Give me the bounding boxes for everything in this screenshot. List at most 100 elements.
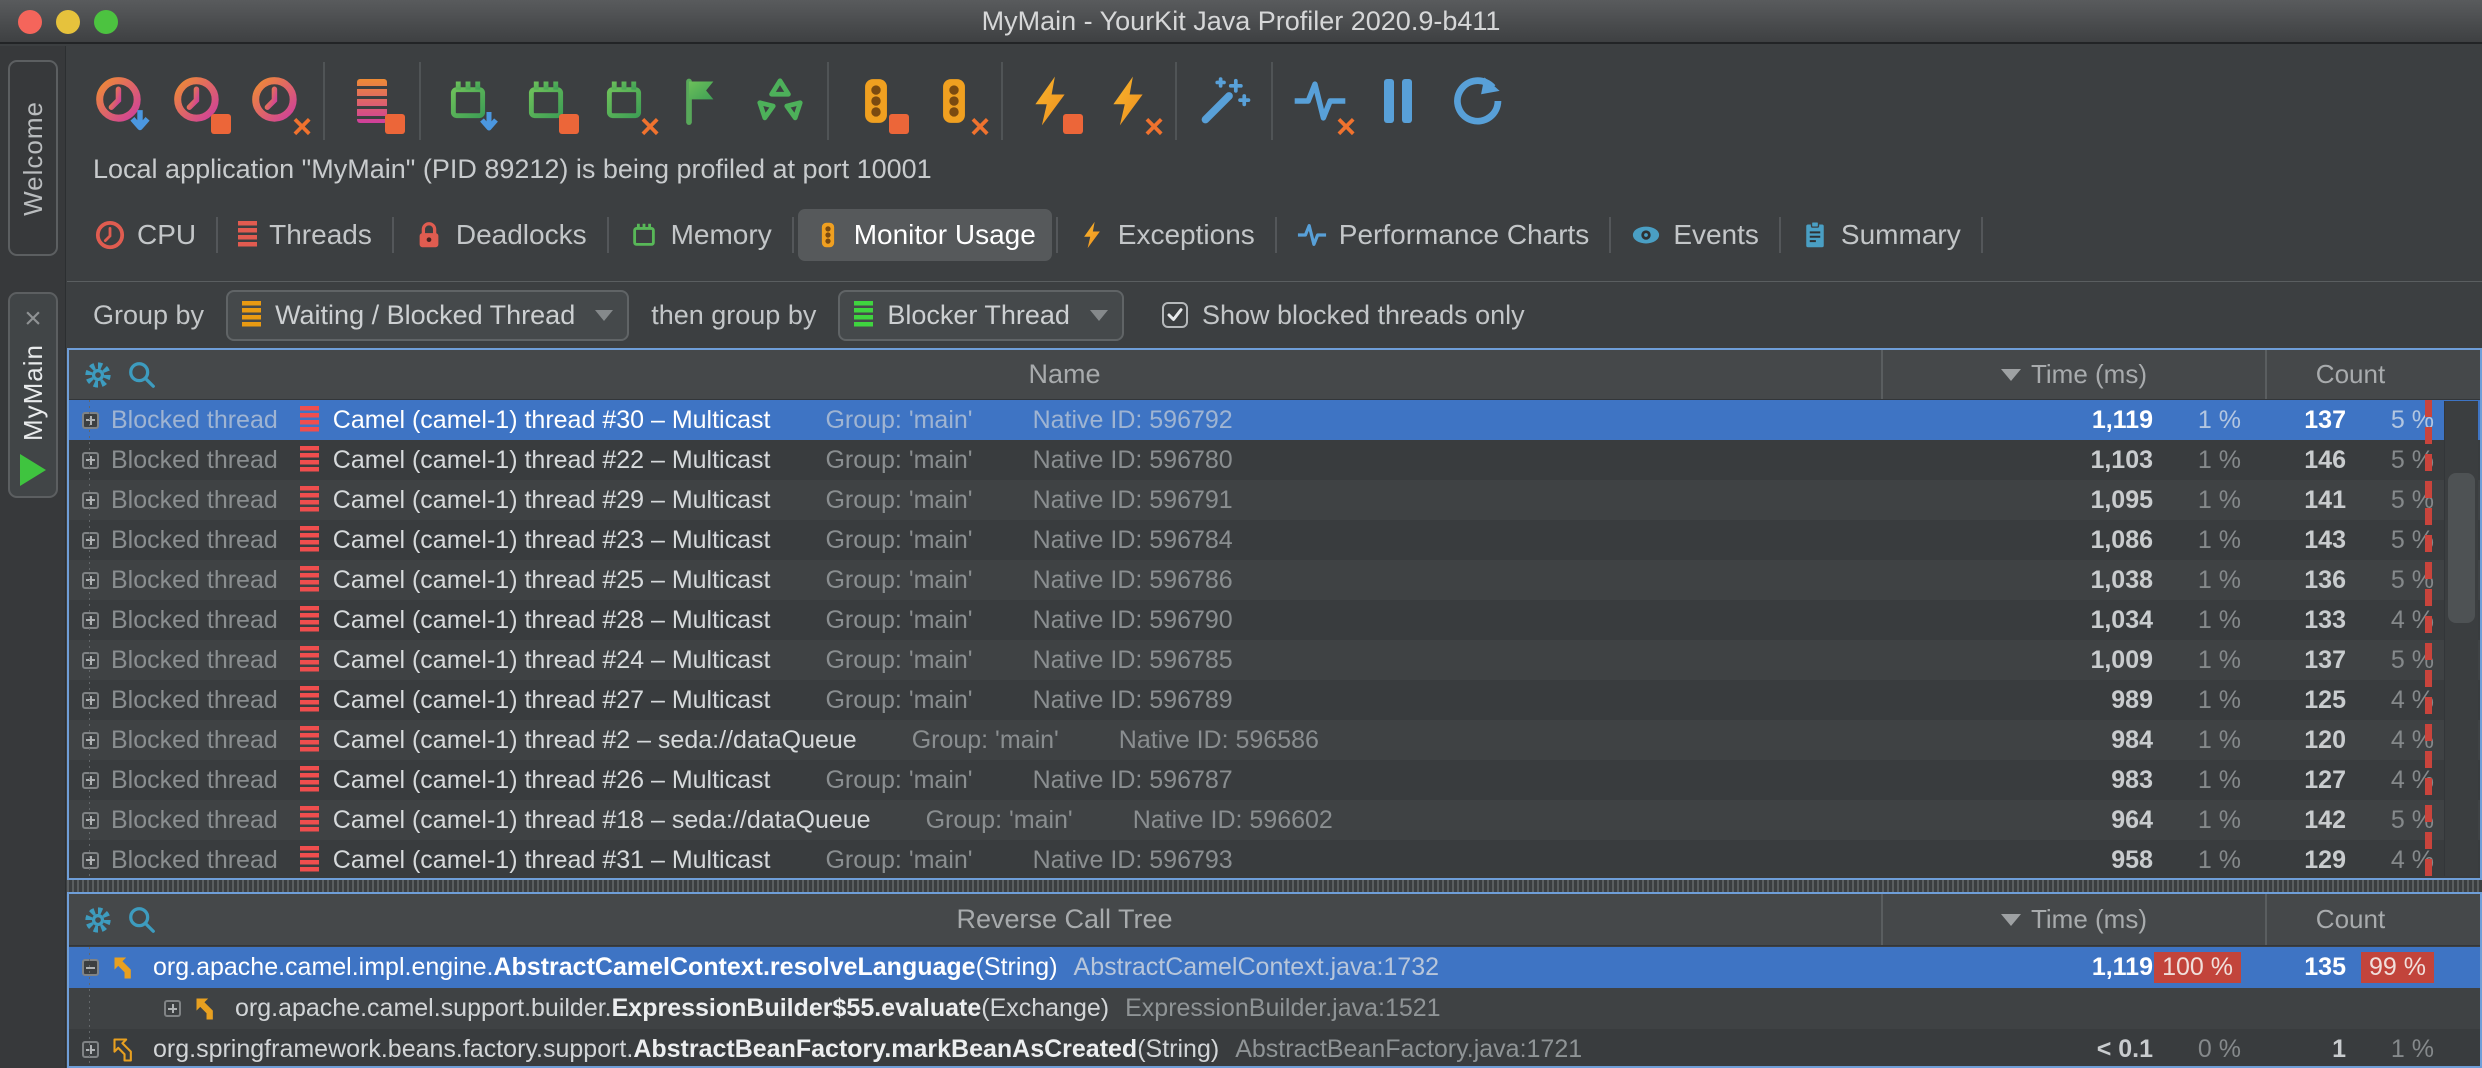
memory-start-icon[interactable]: [439, 72, 497, 130]
expand-icon[interactable]: [82, 412, 99, 429]
expand-icon[interactable]: [82, 612, 99, 629]
chevron-down-icon: [1090, 310, 1108, 321]
tab-cpu[interactable]: CPU: [79, 209, 212, 261]
blocked-thread-icon: [300, 646, 319, 674]
refresh-icon[interactable]: [1447, 72, 1505, 130]
monitor-table-row[interactable]: Blocked thread Camel (camel-1) thread #2…: [69, 720, 2480, 760]
tab-monitor-usage[interactable]: Monitor Usage: [798, 209, 1052, 261]
flag-icon[interactable]: [673, 72, 731, 130]
sidebar-tab-welcome[interactable]: Welcome: [8, 60, 58, 256]
minimize-window-button[interactable]: [56, 10, 80, 34]
blocked-thread-icon: [300, 406, 319, 434]
count-value: 135: [2241, 953, 2346, 982]
thread-name: Camel (camel-1) thread #18 – seda://data…: [333, 806, 871, 835]
expand-icon[interactable]: [82, 732, 99, 749]
thread-group: Group: 'main': [926, 806, 1073, 835]
vertical-scrollbar[interactable]: [2444, 401, 2478, 876]
thread-native-id: Native ID: 596780: [1033, 446, 1233, 475]
call-tree-row[interactable]: org.apache.camel.impl.engine.AbstractCam…: [69, 947, 2480, 988]
memory-clear-icon[interactable]: ×: [595, 72, 653, 130]
tab-exceptions[interactable]: Exceptions: [1062, 209, 1271, 261]
expand-icon[interactable]: [82, 452, 99, 469]
reverse-call-arrow-icon: [193, 995, 221, 1023]
threads-stop-icon[interactable]: [343, 72, 401, 130]
time-column-header[interactable]: Time (ms): [1881, 894, 2265, 945]
monitor-table-row[interactable]: Blocked thread Camel (camel-1) thread #1…: [69, 800, 2480, 840]
count-value: 146: [2241, 446, 2346, 475]
monitor-table-row[interactable]: Blocked thread Camel (camel-1) thread #2…: [69, 760, 2480, 800]
clock-clear-icon[interactable]: ×: [247, 72, 305, 130]
expand-icon[interactable]: [82, 572, 99, 589]
panel-splitter[interactable]: [67, 880, 2482, 892]
row-values: 983 1 % 127 4 %: [1993, 760, 2434, 800]
count-value: 1: [2241, 1035, 2346, 1064]
exceptions-stop-icon[interactable]: [1021, 72, 1079, 130]
tab-events[interactable]: Events: [1615, 209, 1775, 261]
monitor-table-row[interactable]: Blocked thread Camel (camel-1) thread #2…: [69, 440, 2480, 480]
tab-summary[interactable]: Summary: [1785, 209, 1977, 261]
count-column-header[interactable]: Count: [2265, 350, 2434, 399]
tab-performance-charts[interactable]: Performance Charts: [1281, 209, 1606, 261]
then-group-by-select[interactable]: Blocker Thread: [838, 290, 1124, 341]
monitor-table-row[interactable]: Blocked thread Camel (camel-1) thread #3…: [69, 840, 2480, 878]
thread-kind-label: Blocked thread: [111, 486, 278, 515]
time-column-header[interactable]: Time (ms): [1881, 350, 2265, 399]
monitor-table-row[interactable]: Blocked thread Camel (camel-1) thread #2…: [69, 480, 2480, 520]
wand-icon[interactable]: [1195, 72, 1253, 130]
gc-icon[interactable]: [751, 72, 809, 130]
expand-icon[interactable]: [82, 532, 99, 549]
sidebar-tab-mymain[interactable]: × MyMain: [8, 292, 58, 498]
thread-kind-label: Blocked thread: [111, 806, 278, 835]
telemetry-clear-icon[interactable]: ×: [1291, 72, 1349, 130]
show-blocked-threads-checkbox[interactable]: [1162, 302, 1188, 328]
exceptions-clear-icon[interactable]: ×: [1099, 72, 1157, 130]
row-values: 1,103 1 % 146 5 %: [1993, 440, 2434, 480]
close-icon[interactable]: ×: [24, 304, 42, 334]
count-value: 133: [2241, 606, 2346, 635]
monitor-table-row[interactable]: Blocked thread Camel (camel-1) thread #2…: [69, 560, 2480, 600]
monitor-table-row[interactable]: Blocked thread Camel (camel-1) thread #3…: [69, 400, 2480, 440]
expand-icon[interactable]: [82, 492, 99, 509]
expand-icon[interactable]: [82, 959, 99, 976]
monitor-table-row[interactable]: Blocked thread Camel (camel-1) thread #2…: [69, 520, 2480, 560]
call-tree-row[interactable]: org.springframework.beans.factory.suppor…: [69, 1029, 2480, 1066]
monitor-table-row[interactable]: Blocked thread Camel (camel-1) thread #2…: [69, 640, 2480, 680]
gear-icon[interactable]: [83, 360, 113, 390]
tab-deadlocks[interactable]: Deadlocks: [398, 209, 603, 261]
thread-name: Camel (camel-1) thread #29 – Multicast: [333, 486, 771, 515]
tab-memory[interactable]: Memory: [613, 209, 788, 261]
monitor-table-row[interactable]: Blocked thread Camel (camel-1) thread #2…: [69, 680, 2480, 720]
expand-icon[interactable]: [82, 812, 99, 829]
zoom-window-button[interactable]: [94, 10, 118, 34]
count-column-header[interactable]: Count: [2265, 894, 2434, 945]
gear-icon[interactable]: [83, 905, 113, 935]
monitors-stop-icon[interactable]: [847, 72, 905, 130]
reverse-call-arrow-icon: [111, 954, 139, 982]
expand-icon[interactable]: [164, 1000, 181, 1017]
thread-native-id: Native ID: 596792: [1033, 406, 1233, 435]
expand-icon[interactable]: [82, 1041, 99, 1058]
group-by-select[interactable]: Waiting / Blocked Thread: [226, 290, 629, 341]
monitors-clear-icon[interactable]: ×: [925, 72, 983, 130]
tab-threads[interactable]: Threads: [222, 209, 388, 261]
main-area: × ×: [67, 46, 2482, 1068]
expand-icon[interactable]: [82, 852, 99, 869]
memory-stop-icon[interactable]: [517, 72, 575, 130]
call-tree-header: Reverse Call Tree Time (ms) Count: [69, 894, 2480, 946]
expand-icon[interactable]: [82, 772, 99, 789]
call-tree-row[interactable]: org.apache.camel.support.builder.Express…: [69, 988, 2480, 1029]
scrollbar-thumb[interactable]: [2448, 473, 2475, 623]
thread-group: Group: 'main': [825, 406, 972, 435]
thread-name: Camel (camel-1) thread #27 – Multicast: [333, 686, 771, 715]
pause-icon[interactable]: [1369, 72, 1427, 130]
close-window-button[interactable]: [18, 10, 42, 34]
monitor-table-row[interactable]: Blocked thread Camel (camel-1) thread #2…: [69, 600, 2480, 640]
expand-icon[interactable]: [82, 652, 99, 669]
clock-stop-icon[interactable]: [169, 72, 227, 130]
chevron-down-icon: [595, 310, 613, 321]
search-icon[interactable]: [127, 360, 157, 390]
expand-icon[interactable]: [82, 692, 99, 709]
clock-start-icon[interactable]: [91, 72, 149, 130]
thread-native-id: Native ID: 596793: [1033, 846, 1233, 875]
search-icon[interactable]: [127, 905, 157, 935]
